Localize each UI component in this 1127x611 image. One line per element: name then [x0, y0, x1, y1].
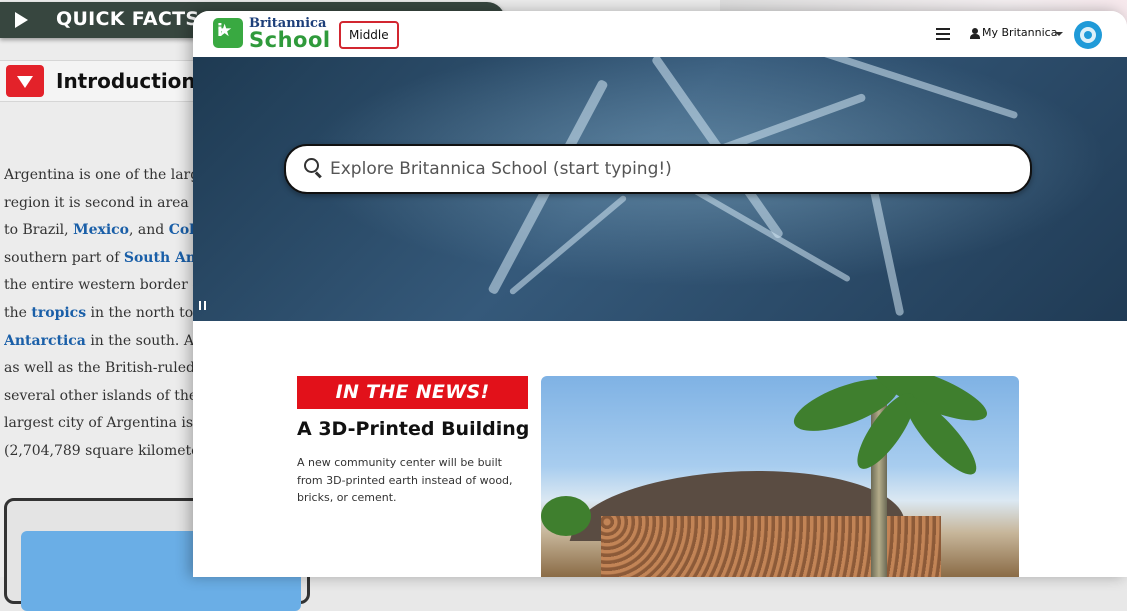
article-text-run: to Brazil, [4, 222, 74, 239]
article-text: Argentina is one of the larg region it is… [4, 162, 204, 466]
article-text-run: in the south. An [85, 332, 203, 349]
palm-leaf [541, 496, 591, 536]
article-text-run: as well as the British-ruled [4, 360, 195, 377]
article-line: the entire western border o [4, 272, 204, 300]
article-link[interactable]: Antarctica [4, 333, 86, 349]
search-input[interactable] [328, 152, 1012, 186]
article-text-run: Argentina is one of the larg [4, 167, 200, 183]
article-text-run: in the north to [86, 304, 194, 321]
article-line: (2,704,789 square kilomete [4, 438, 204, 466]
news-headline[interactable]: A 3D-Printed Building [297, 418, 529, 440]
article-text-run: largest city of Argentina is [4, 415, 194, 432]
article-line: the tropics in the north to [4, 300, 204, 328]
news-image[interactable] [541, 376, 1019, 577]
article-text-run: several other islands of the [4, 387, 198, 404]
search-icon[interactable] [304, 158, 319, 173]
britannica-globe-icon[interactable] [1074, 21, 1102, 49]
building-facade [601, 516, 941, 577]
article-text-run: , and [129, 222, 169, 239]
article-line: several other islands of the [4, 383, 204, 411]
article-line: southern part of South Am [4, 245, 204, 273]
article-text-run: the entire western border o [4, 277, 201, 294]
user-icon [970, 28, 980, 39]
article-line: Antarctica in the south. An [4, 328, 204, 356]
article-text-run: region it is second in area [4, 194, 189, 211]
article-text-run: the [4, 304, 32, 321]
top-navigation-bar: i ★ Britannica School Middle My Britannic… [193, 11, 1127, 57]
play-icon [15, 12, 28, 28]
introduction-label: Introduction [56, 69, 196, 93]
article-line: as well as the British-ruled [4, 355, 204, 383]
in-the-news-tag: IN THE NEWS! [297, 376, 528, 409]
article-line: to Brazil, Mexico, and Colo [4, 217, 204, 245]
pause-icon[interactable] [199, 301, 207, 310]
news-summary: A new community center will be built fro… [297, 456, 513, 504]
search-bar[interactable] [284, 144, 1032, 194]
hero-banner [193, 57, 1127, 321]
logo-mark-icon: i ★ [213, 18, 243, 48]
in-the-news-label: IN THE NEWS! [335, 381, 490, 403]
chevron-down-icon[interactable] [1055, 32, 1063, 36]
article-line: region it is second in area [4, 190, 204, 218]
article-link[interactable]: South Am [124, 250, 201, 266]
my-britannica-menu[interactable]: My Britannica [982, 26, 1057, 39]
article-line: largest city of Argentina is [4, 410, 204, 438]
quick-facts-label: QUICK FACTS [56, 8, 200, 30]
introduction-section-header[interactable]: Introduction [0, 60, 205, 102]
article-link[interactable]: tropics [31, 305, 86, 321]
logo-text-school: School [249, 28, 331, 52]
britannica-school-window: i ★ Britannica School Middle My Britannic… [193, 11, 1127, 577]
article-text-run: southern part of [4, 249, 124, 266]
article-link[interactable]: Mexico [73, 222, 129, 238]
hamburger-menu-icon[interactable] [936, 28, 950, 40]
snowflake-branch [869, 187, 905, 317]
snowflake-branch [508, 194, 628, 296]
level-badge[interactable]: Middle [339, 21, 399, 49]
collapse-arrow-icon[interactable] [6, 65, 44, 97]
article-text-run: (2,704,789 square kilomete [4, 442, 200, 459]
article-line: Argentina is one of the larg [4, 162, 204, 190]
